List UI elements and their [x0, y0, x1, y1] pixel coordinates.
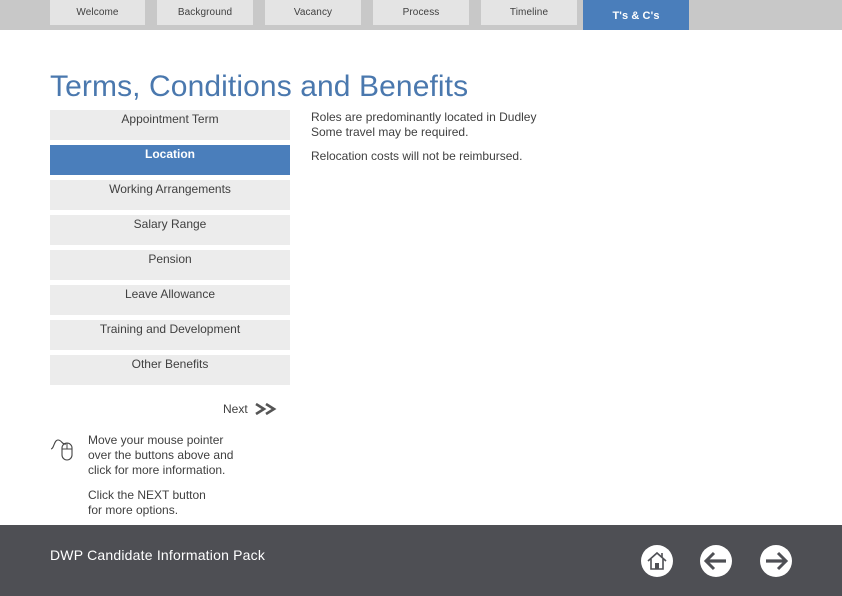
hint-paragraph: Move your mouse pointer over the buttons…: [88, 433, 233, 478]
footer-title: DWP Candidate Information Pack: [50, 547, 266, 563]
sidebar-item-other-benefits[interactable]: Other Benefits: [50, 355, 290, 385]
location-content: Roles are predominantly located in Dudle…: [311, 110, 536, 173]
page-title: Terms, Conditions and Benefits: [50, 70, 469, 103]
tab-background[interactable]: Background: [157, 0, 253, 25]
sidebar-item-training-and-development[interactable]: Training and Development: [50, 320, 290, 350]
tab-terms-and-conditions[interactable]: T's & C's: [583, 0, 689, 30]
double-chevron-right-icon: [254, 403, 277, 415]
hint-line: Move your mouse pointer: [88, 433, 224, 447]
sidebar-item-salary-range[interactable]: Salary Range: [50, 215, 290, 245]
sidebar-item-appointment-term[interactable]: Appointment Term: [50, 110, 290, 140]
home-button[interactable]: [641, 545, 673, 577]
sidebar-item-location[interactable]: Location: [50, 145, 290, 175]
hint-line: Click the NEXT button: [88, 488, 206, 502]
next-button[interactable]: Next: [223, 402, 277, 416]
sidebar-item-pension[interactable]: Pension: [50, 250, 290, 280]
home-button-circle: [641, 545, 673, 577]
forward-button[interactable]: [760, 545, 792, 577]
content-line: Relocation costs will not be reimbursed.: [311, 149, 523, 163]
tab-welcome[interactable]: Welcome: [50, 0, 145, 25]
next-label: Next: [223, 402, 248, 416]
hint-paragraph: Click the NEXT button for more options.: [88, 488, 233, 518]
top-navigation-bar: Welcome Background Vacancy Process Timel…: [0, 0, 842, 30]
content-paragraph: Roles are predominantly located in Dudle…: [311, 110, 536, 140]
mouse-icon: [50, 439, 73, 461]
content-line: Roles are predominantly located in Dudle…: [311, 110, 537, 124]
hint-line: for more options.: [88, 503, 179, 517]
content-line: Some travel may be required.: [311, 125, 469, 139]
tab-vacancy[interactable]: Vacancy: [265, 0, 361, 25]
footer: DWP Candidate Information Pack: [0, 525, 842, 596]
tab-timeline[interactable]: Timeline: [481, 0, 577, 25]
hint-line: click for more information.: [88, 463, 226, 477]
hint-line: over the buttons above and: [88, 448, 234, 462]
tab-process[interactable]: Process: [373, 0, 469, 25]
sidebar-item-leave-allowance[interactable]: Leave Allowance: [50, 285, 290, 315]
back-button[interactable]: [700, 545, 732, 577]
sidebar-item-working-arrangements[interactable]: Working Arrangements: [50, 180, 290, 210]
instructions-hint: Move your mouse pointer over the buttons…: [88, 433, 233, 528]
content-paragraph: Relocation costs will not be reimbursed.: [311, 149, 536, 164]
